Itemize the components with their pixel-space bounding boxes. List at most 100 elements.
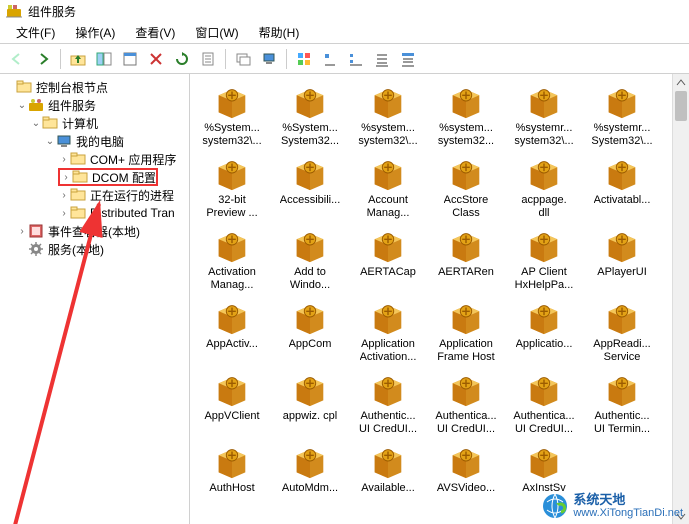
menu-action[interactable]: 操作(A) [65,22,125,43]
main-area: 控制台根节点 ⌄ 组件服务 ⌄ 计算机 ⌄ 我的电脑 › COM+ 应用程序 ›… [0,74,689,524]
export-button[interactable] [196,47,220,71]
dcom-item[interactable]: %System...System32... [272,82,348,148]
dcom-item[interactable]: AppReadi...Service [584,298,660,364]
dcom-item[interactable]: %system...system32\... [350,82,426,148]
forward-button[interactable] [31,47,55,71]
dcom-item[interactable]: Available... [350,442,426,495]
icon-grid: %System...system32\...%System...System32… [190,74,689,503]
menu-view[interactable]: 查看(V) [125,22,185,43]
toolbar-separator [286,49,287,69]
delete-button[interactable] [144,47,168,71]
chevron-right-icon[interactable]: › [58,208,70,219]
dcom-item[interactable]: AccStoreClass [428,154,504,220]
item-label: AVSVideo... [437,482,495,495]
tree-my-computer[interactable]: ⌄ 我的电脑 [2,132,189,150]
dcom-item[interactable]: %system...system32... [428,82,504,148]
chevron-right-icon[interactable]: › [58,190,70,201]
chevron-down-icon[interactable]: ⌄ [44,136,56,147]
tree-label: 事件查看器(本地) [48,223,140,240]
chevron-right-icon[interactable]: › [60,172,72,183]
dcom-item[interactable]: AppCom [272,298,348,364]
tree-services[interactable]: 服务(本地) [2,240,189,258]
tree-label: 计算机 [62,115,98,132]
tree-running-processes[interactable]: › 正在运行的进程 [2,186,189,204]
dcom-item[interactable]: AuthHost [194,442,270,495]
dcom-item[interactable]: AERTARen [428,226,504,292]
event-viewer-icon [28,223,44,239]
dcom-item[interactable]: Accessibili... [272,154,348,220]
dcom-item[interactable]: AppVClient [194,370,270,436]
tree-com-plus[interactable]: › COM+ 应用程序 [2,150,189,168]
dcom-item[interactable]: AutoMdm... [272,442,348,495]
show-tree-button[interactable] [92,47,116,71]
properties-button[interactable] [118,47,142,71]
dcom-item[interactable]: Applicatio... [506,298,582,364]
item-label: Authentic... [594,410,649,423]
item-label-2: Manag... [367,207,410,220]
view-large-icons-button[interactable] [318,47,342,71]
scroll-thumb[interactable] [675,91,687,121]
up-button[interactable] [66,47,90,71]
title-bar: 组件服务 [0,0,689,22]
dcom-item[interactable]: AERTACap [350,226,426,292]
view-status-button[interactable] [292,47,316,71]
menu-window[interactable]: 窗口(W) [185,22,248,43]
content-pane[interactable]: %System...system32\...%System...System32… [190,74,689,524]
dcom-item[interactable]: Activatabl... [584,154,660,220]
refresh-button[interactable] [170,47,194,71]
tree-dcom-config[interactable]: › DCOM 配置 [2,168,189,186]
tree-label: 服务(本地) [48,241,104,258]
view-small-icons-button[interactable] [344,47,368,71]
dcom-item[interactable]: Authentica...UI CredUI... [428,370,504,436]
menu-file[interactable]: 文件(F) [6,22,65,43]
tree-pane[interactable]: 控制台根节点 ⌄ 组件服务 ⌄ 计算机 ⌄ 我的电脑 › COM+ 应用程序 ›… [0,74,190,524]
vertical-scrollbar[interactable] [672,74,689,524]
tree-root[interactable]: 控制台根节点 [2,78,189,96]
item-label-2: dll [538,207,549,220]
dcom-item[interactable]: ApplicationActivation... [350,298,426,364]
tree-event-viewer[interactable]: › 事件查看器(本地) [2,222,189,240]
item-label: Accessibili... [280,194,341,207]
dcom-item[interactable]: Authentic...UI CredUI... [350,370,426,436]
item-label-2: System32... [281,135,339,148]
chevron-down-icon[interactable]: ⌄ [16,100,28,111]
chevron-right-icon[interactable]: › [58,154,70,165]
scroll-track[interactable] [673,91,689,507]
dcom-item[interactable]: acppage.dll [506,154,582,220]
dcom-item[interactable]: AccountManag... [350,154,426,220]
chevron-right-icon[interactable]: › [16,226,28,237]
dcom-item[interactable]: 32-bitPreview ... [194,154,270,220]
dcom-item[interactable]: %systemr...System32\... [584,82,660,148]
dcom-item[interactable]: APlayerUI [584,226,660,292]
tree-computers[interactable]: ⌄ 计算机 [2,114,189,132]
tree-distributed-tx[interactable]: › Distributed Tran [2,204,189,222]
dcom-item[interactable]: ApplicationFrame Host [428,298,504,364]
dcom-item[interactable]: Authentica...UI CredUI... [506,370,582,436]
dcom-item[interactable]: %systemr...system32\... [506,82,582,148]
dcom-item[interactable]: AVSVideo... [428,442,504,495]
item-label: Applicatio... [516,338,573,351]
menu-bar: 文件(F) 操作(A) 查看(V) 窗口(W) 帮助(H) [0,22,689,44]
dcom-item[interactable]: ActivationManag... [194,226,270,292]
scroll-up-button[interactable] [673,74,689,91]
dcom-item[interactable]: appwiz. cpl [272,370,348,436]
view-details-button[interactable] [396,47,420,71]
dcom-item[interactable]: Authentic...UI Termin... [584,370,660,436]
tree-component-services[interactable]: ⌄ 组件服务 [2,96,189,114]
computer-button[interactable] [257,47,281,71]
new-window-button[interactable] [231,47,255,71]
chevron-down-icon[interactable]: ⌄ [30,118,42,129]
item-label: APlayerUI [597,266,647,279]
item-label: AppActiv... [206,338,258,351]
menu-help[interactable]: 帮助(H) [249,22,310,43]
package-icon [447,226,485,264]
dcom-item[interactable]: AppActiv... [194,298,270,364]
dcom-item[interactable]: AxInstSv [506,442,582,495]
package-icon [525,442,563,480]
tree-label: Distributed Tran [90,206,175,220]
item-label: AppReadi... [593,338,650,351]
dcom-item[interactable]: AP ClientHxHelpPa... [506,226,582,292]
dcom-item[interactable]: Add toWindo... [272,226,348,292]
view-list-button[interactable] [370,47,394,71]
dcom-item[interactable]: %System...system32\... [194,82,270,148]
